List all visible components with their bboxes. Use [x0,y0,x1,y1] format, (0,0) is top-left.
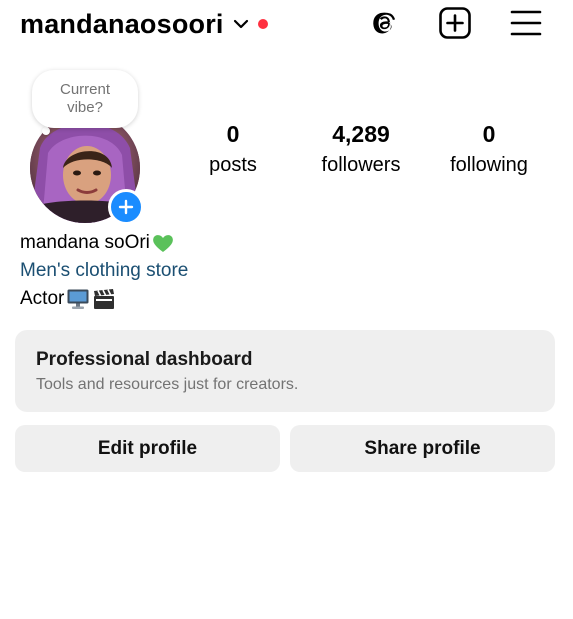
followers-stat[interactable]: 4,289 followers [296,118,426,180]
share-profile-button[interactable]: Share profile [290,425,555,472]
following-count: 0 [482,121,496,147]
account-switcher[interactable]: mandanaosoori [20,4,268,44]
following-label: following [450,154,528,176]
category-link[interactable]: Men's clothing store [20,258,188,284]
threads-icon[interactable] [368,6,402,40]
green-heart-icon [153,235,173,252]
note-prompt-line2: vibe? [67,99,103,116]
edit-profile-button[interactable]: Edit profile [15,425,280,472]
desktop-computer-icon [67,289,89,309]
note-prompt-bubble[interactable]: Current vibe? [32,70,138,128]
following-stat[interactable]: 0 following [424,118,554,180]
followers-count: 4,289 [332,121,390,147]
chevron-down-icon [233,19,248,29]
professional-dashboard-card[interactable]: Professional dashboard Tools and resourc… [15,330,555,412]
full-name-text: mandana soOri [20,232,150,253]
dashboard-subtitle: Tools and resources just for creators. [36,376,299,393]
dashboard-title: Professional dashboard [36,349,253,370]
clapper-board-icon [94,289,115,309]
plus-square-icon[interactable] [438,6,472,40]
username-title: mandanaosoori [20,8,224,39]
posts-stat[interactable]: 0 posts [168,118,298,180]
posts-count: 0 [226,121,240,147]
bio-text: Actor [20,286,116,312]
add-story-button[interactable] [108,189,144,225]
full-name: mandana soOri [20,230,175,256]
profile-header: mandanaosoori [0,0,573,52]
bio-text-content: Actor [20,288,65,309]
posts-label: posts [209,154,257,176]
hamburger-menu-icon[interactable] [509,6,543,40]
note-prompt-line1: Current [59,81,111,98]
note-bubble-tail [42,127,50,135]
followers-label: followers [321,154,401,176]
plus-icon [118,199,134,215]
notification-dot [257,19,268,29]
